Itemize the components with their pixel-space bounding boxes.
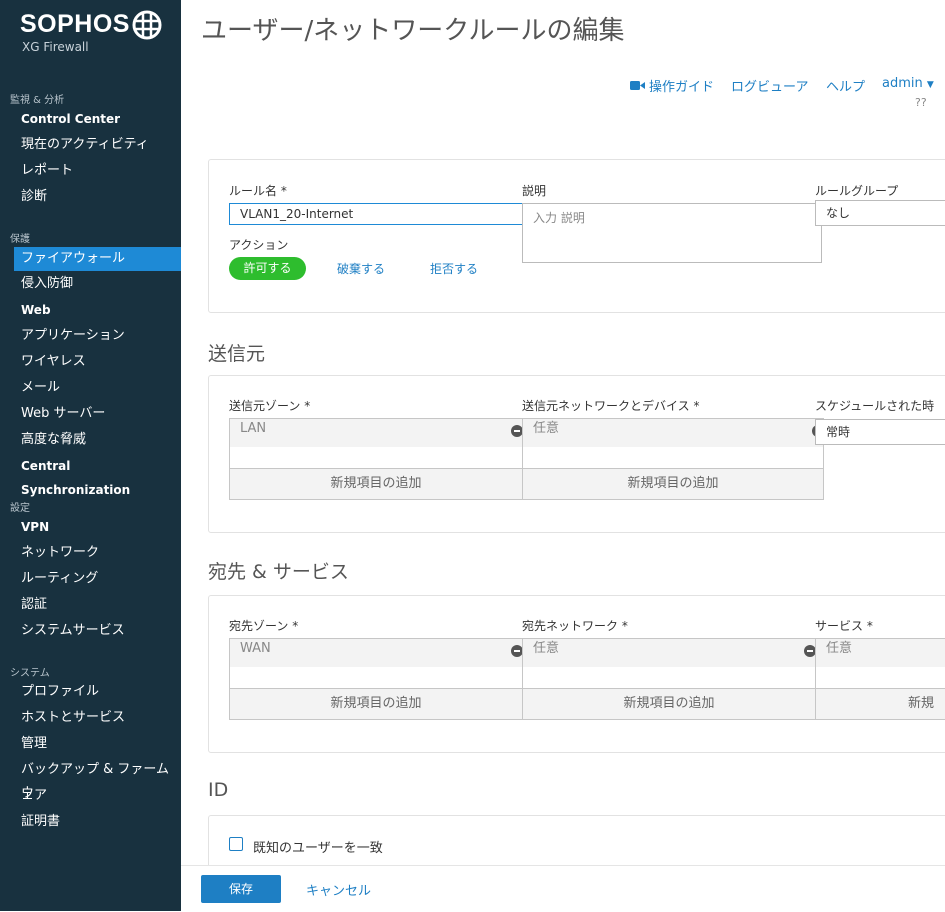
allow-action-button[interactable]: 許可する — [229, 257, 306, 280]
source-networks-list: 任意 新規項目の追加 — [522, 418, 824, 500]
schedule-select[interactable]: 常時 — [815, 419, 945, 445]
reject-action-button[interactable]: 拒否する — [430, 260, 478, 277]
list-item[interactable]: 任意 — [523, 419, 823, 447]
nav-firewall[interactable]: ファイアウォール — [14, 247, 181, 271]
section-monitor-title: 監視 & 分析 — [10, 95, 65, 106]
destination-zone-label: 宛先ゾーン * — [229, 619, 299, 633]
page-title: ユーザー/ネットワークルールの編集 — [201, 16, 625, 46]
nav-advanced-threat[interactable]: 高度な脅威 — [14, 428, 181, 452]
add-item-button[interactable]: 新規 — [816, 688, 945, 719]
sophos-logo[interactable]: SOPHOS — [20, 10, 130, 39]
add-item-button[interactable]: 新規項目の追加 — [230, 468, 522, 499]
admin-menu[interactable]: admin ▼ — [882, 76, 934, 91]
destination-zone-list: WAN 新規項目の追加 — [229, 638, 523, 720]
nav-network[interactable]: ネットワーク — [14, 541, 181, 565]
admin-label: admin — [882, 76, 923, 91]
nav-certificates[interactable]: 証明書 — [14, 810, 181, 834]
guide-link[interactable]: 操作ガイド — [649, 76, 714, 95]
list-item[interactable]: WAN — [230, 639, 522, 667]
save-button[interactable]: 保存 — [201, 875, 281, 903]
source-heading: 送信元 — [208, 343, 266, 365]
help-link[interactable]: ヘルプ — [826, 76, 865, 95]
nav-backup-firmware-cont[interactable]: ェア — [14, 784, 181, 808]
nav-diagnostics[interactable]: 診断 — [14, 185, 181, 209]
sidebar: SOPHOS XG Firewall 監視 & 分析 Control Cente… — [0, 0, 181, 911]
caret-down-icon: ▼ — [926, 80, 934, 90]
header-extra-text: ?? — [915, 96, 927, 109]
destination-heading: 宛先 & サービス — [208, 561, 349, 583]
nav-control-center[interactable]: Control Center — [14, 107, 181, 131]
nav-hosts-services[interactable]: ホストとサービス — [14, 706, 181, 730]
nav-system-services[interactable]: システムサービス — [14, 619, 181, 643]
rule-group-select[interactable]: なし — [815, 200, 945, 226]
destination-networks-list: 任意 新規項目の追加 — [522, 638, 816, 720]
section-configure-title: 設定 — [10, 503, 30, 514]
add-item-button[interactable]: 新規項目の追加 — [523, 468, 823, 499]
match-known-users-label: 既知のユーザーを一致 — [253, 841, 383, 856]
source-zone-label: 送信元ゾーン * — [229, 399, 311, 413]
identity-heading: ID — [208, 779, 229, 801]
services-label: サービス * — [815, 619, 873, 633]
nav-backup-firmware[interactable]: バックアップ & ファームウ — [14, 758, 181, 801]
nav-vpn[interactable]: VPN — [14, 515, 181, 539]
nav-intrusion-prevention[interactable]: 侵入防御 — [14, 272, 181, 296]
schedule-label: スケジュールされた時 — [815, 399, 935, 413]
add-item-button[interactable]: 新規項目の追加 — [230, 688, 522, 719]
match-known-users-checkbox[interactable] — [229, 837, 243, 851]
list-item[interactable]: 任意 — [523, 639, 815, 667]
nav-applications[interactable]: アプリケーション — [14, 324, 181, 348]
nav-wireless[interactable]: ワイヤレス — [14, 350, 181, 374]
footer-bar: 保存 キャンセル — [181, 865, 945, 912]
nav-profiles[interactable]: プロファイル — [14, 680, 181, 704]
rule-name-label: ルール名 * — [229, 184, 287, 198]
cancel-button[interactable]: キャンセル — [306, 880, 371, 899]
nav-routing[interactable]: ルーティング — [14, 567, 181, 591]
nav-web-server[interactable]: Web サーバー — [14, 402, 181, 426]
rule-group-label: ルールグループ — [815, 184, 899, 198]
section-protect-title: 保護 — [10, 234, 30, 245]
brand-name: SOPHOS — [20, 10, 130, 38]
rule-name-input[interactable]: VLAN1_20-Internet — [229, 203, 529, 225]
source-networks-label: 送信元ネットワークとデバイス * — [522, 399, 700, 413]
action-label: アクション — [229, 238, 289, 252]
nav-central-sync[interactable]: Central Synchronization — [14, 454, 181, 497]
destination-networks-label: 宛先ネットワーク * — [522, 619, 628, 633]
nav-email[interactable]: メール — [14, 376, 181, 400]
description-textarea[interactable]: 入力 説明 — [522, 203, 822, 263]
globe-icon — [132, 10, 162, 40]
nav-reports[interactable]: レポート — [14, 159, 181, 183]
nav-administration[interactable]: 管理 — [14, 732, 181, 756]
nav-authentication[interactable]: 認証 — [14, 593, 181, 617]
log-viewer-link[interactable]: ログビューア — [731, 76, 808, 95]
product-name: XG Firewall — [22, 40, 89, 54]
list-item[interactable]: 任意 — [816, 639, 945, 667]
add-item-button[interactable]: 新規項目の追加 — [523, 688, 815, 719]
source-zone-list: LAN 新規項目の追加 — [229, 418, 523, 500]
nav-current-activity[interactable]: 現在のアクティビティ — [14, 133, 181, 157]
section-system-title: システム — [10, 668, 50, 679]
list-item[interactable]: LAN — [230, 419, 522, 447]
drop-action-button[interactable]: 破棄する — [337, 260, 385, 277]
description-label: 説明 — [522, 184, 547, 198]
nav-web[interactable]: Web — [14, 298, 181, 322]
services-list: 任意 新規 — [815, 638, 945, 720]
video-camera-icon[interactable] — [630, 80, 645, 91]
